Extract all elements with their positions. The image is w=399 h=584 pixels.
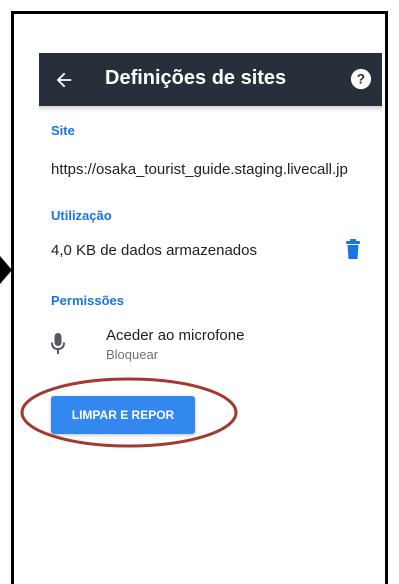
- site-url: https://osaka_tourist_guide.staging.live…: [51, 161, 348, 178]
- app-toolbar: Definições de sites ?: [39, 53, 382, 106]
- storage-usage-text: 4,0 KB de dados armazenados: [51, 242, 257, 259]
- site-settings-screen: Definições de sites ? Site https://osaka…: [39, 53, 382, 584]
- page-title: Definições de sites: [105, 67, 287, 89]
- help-icon[interactable]: ?: [350, 68, 372, 90]
- highlight-ellipse: [20, 377, 238, 448]
- permission-status: Bloquear: [106, 347, 159, 362]
- back-arrow-icon[interactable]: [53, 69, 75, 91]
- delete-icon[interactable]: [346, 239, 360, 259]
- permissions-section-label: Permissões: [51, 293, 124, 308]
- permission-title: Aceder ao microfone: [106, 327, 245, 344]
- usage-section-label: Utilização: [51, 208, 112, 223]
- svg-text:?: ?: [357, 72, 365, 87]
- toolbar-shadow: [39, 106, 382, 112]
- pointer-arrow: [0, 256, 12, 284]
- site-section-label: Site: [51, 123, 75, 138]
- microphone-icon: [51, 333, 65, 354]
